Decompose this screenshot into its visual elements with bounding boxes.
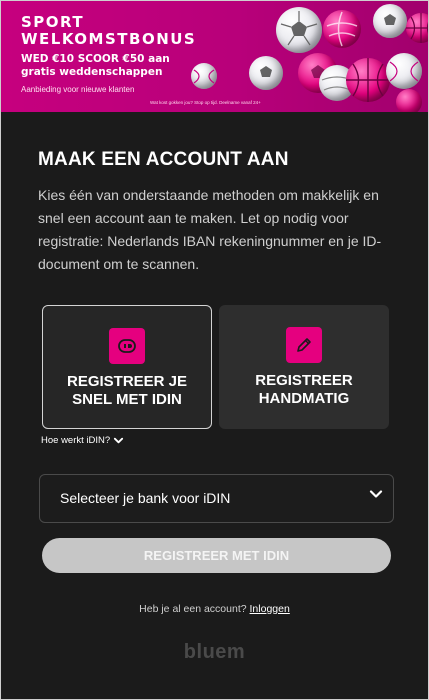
soccer-ball-icon-2: [373, 4, 407, 38]
login-question: Heb je al een account?: [139, 603, 247, 615]
intro-text: Kies één van onderstaande methoden om ma…: [38, 187, 382, 272]
banner-offer-line2: gratis weddenschappen: [21, 66, 163, 78]
idin-icon: [109, 328, 145, 364]
how-idin-works-link[interactable]: Hoe werkt iDIN?: [41, 435, 124, 446]
soccer-ball-icon: [276, 7, 322, 53]
register-idin-label: REGISTREER JE SNEL MET IDIN: [43, 373, 211, 409]
registration-panel: SPORT WELKOMSTBONUS WED €10 SCOOR €50 aa…: [0, 0, 429, 700]
banner-offer: WED €10 SCOOR €50 aan gratis weddenschap…: [21, 53, 171, 79]
pencil-icon: [286, 327, 322, 363]
register-idin-button[interactable]: REGISTREER MET IDIN: [42, 538, 391, 573]
register-idin-label-line2: SNEL MET IDIN: [72, 391, 182, 408]
tennis-ball-icon: [191, 63, 217, 89]
promo-banner[interactable]: SPORT WELKOMSTBONUS WED €10 SCOOR €50 aa…: [1, 1, 428, 112]
bluem-logo: bluem: [183, 641, 246, 663]
register-idin-option[interactable]: REGISTREER JE SNEL MET IDIN: [42, 305, 212, 429]
register-manual-label-line1: REGISTREER: [255, 372, 353, 389]
banner-subtitle: Aanbieding voor nieuwe klanten: [21, 85, 135, 94]
basketball-icon: [406, 13, 428, 43]
bank-select[interactable]: Selecteer je bank voor iDIN: [39, 474, 394, 523]
volleyball-icon-3: [396, 89, 422, 112]
chevron-down-icon: [369, 490, 383, 498]
tennis-ball-icon-2: [386, 53, 422, 89]
basketball-icon-2: [346, 58, 390, 102]
banner-title-line2: WELKOMSTBONUS: [21, 30, 197, 48]
soccer-ball-icon-3: [249, 56, 283, 90]
banner-title: SPORT WELKOMSTBONUS: [21, 14, 251, 48]
register-manual-label-line2: HANDMATIG: [258, 390, 350, 407]
register-idin-label-line1: REGISTREER JE: [66, 373, 188, 390]
banner-disclaimer: Wat kost gokken jou? Stop op tijd. Deeln…: [150, 100, 261, 105]
login-prompt: Heb je al een account? Inloggen: [1, 603, 428, 615]
login-link[interactable]: Inloggen: [250, 603, 290, 615]
how-idin-works-label: Hoe werkt iDIN?: [41, 435, 111, 446]
banner-title-line1: SPORT: [21, 13, 85, 31]
page-title: MAAK EEN ACCOUNT AAN: [38, 149, 289, 170]
chevron-down-icon: [114, 437, 124, 444]
volleyball-icon: [323, 10, 361, 48]
register-manual-label: REGISTREER HANDMATIG: [219, 372, 389, 408]
register-manual-option[interactable]: REGISTREER HANDMATIG: [219, 305, 389, 429]
banner-offer-line1: WED €10 SCOOR €50 aan: [21, 53, 170, 65]
bank-select-value: Selecteer je bank voor iDIN: [60, 490, 231, 506]
